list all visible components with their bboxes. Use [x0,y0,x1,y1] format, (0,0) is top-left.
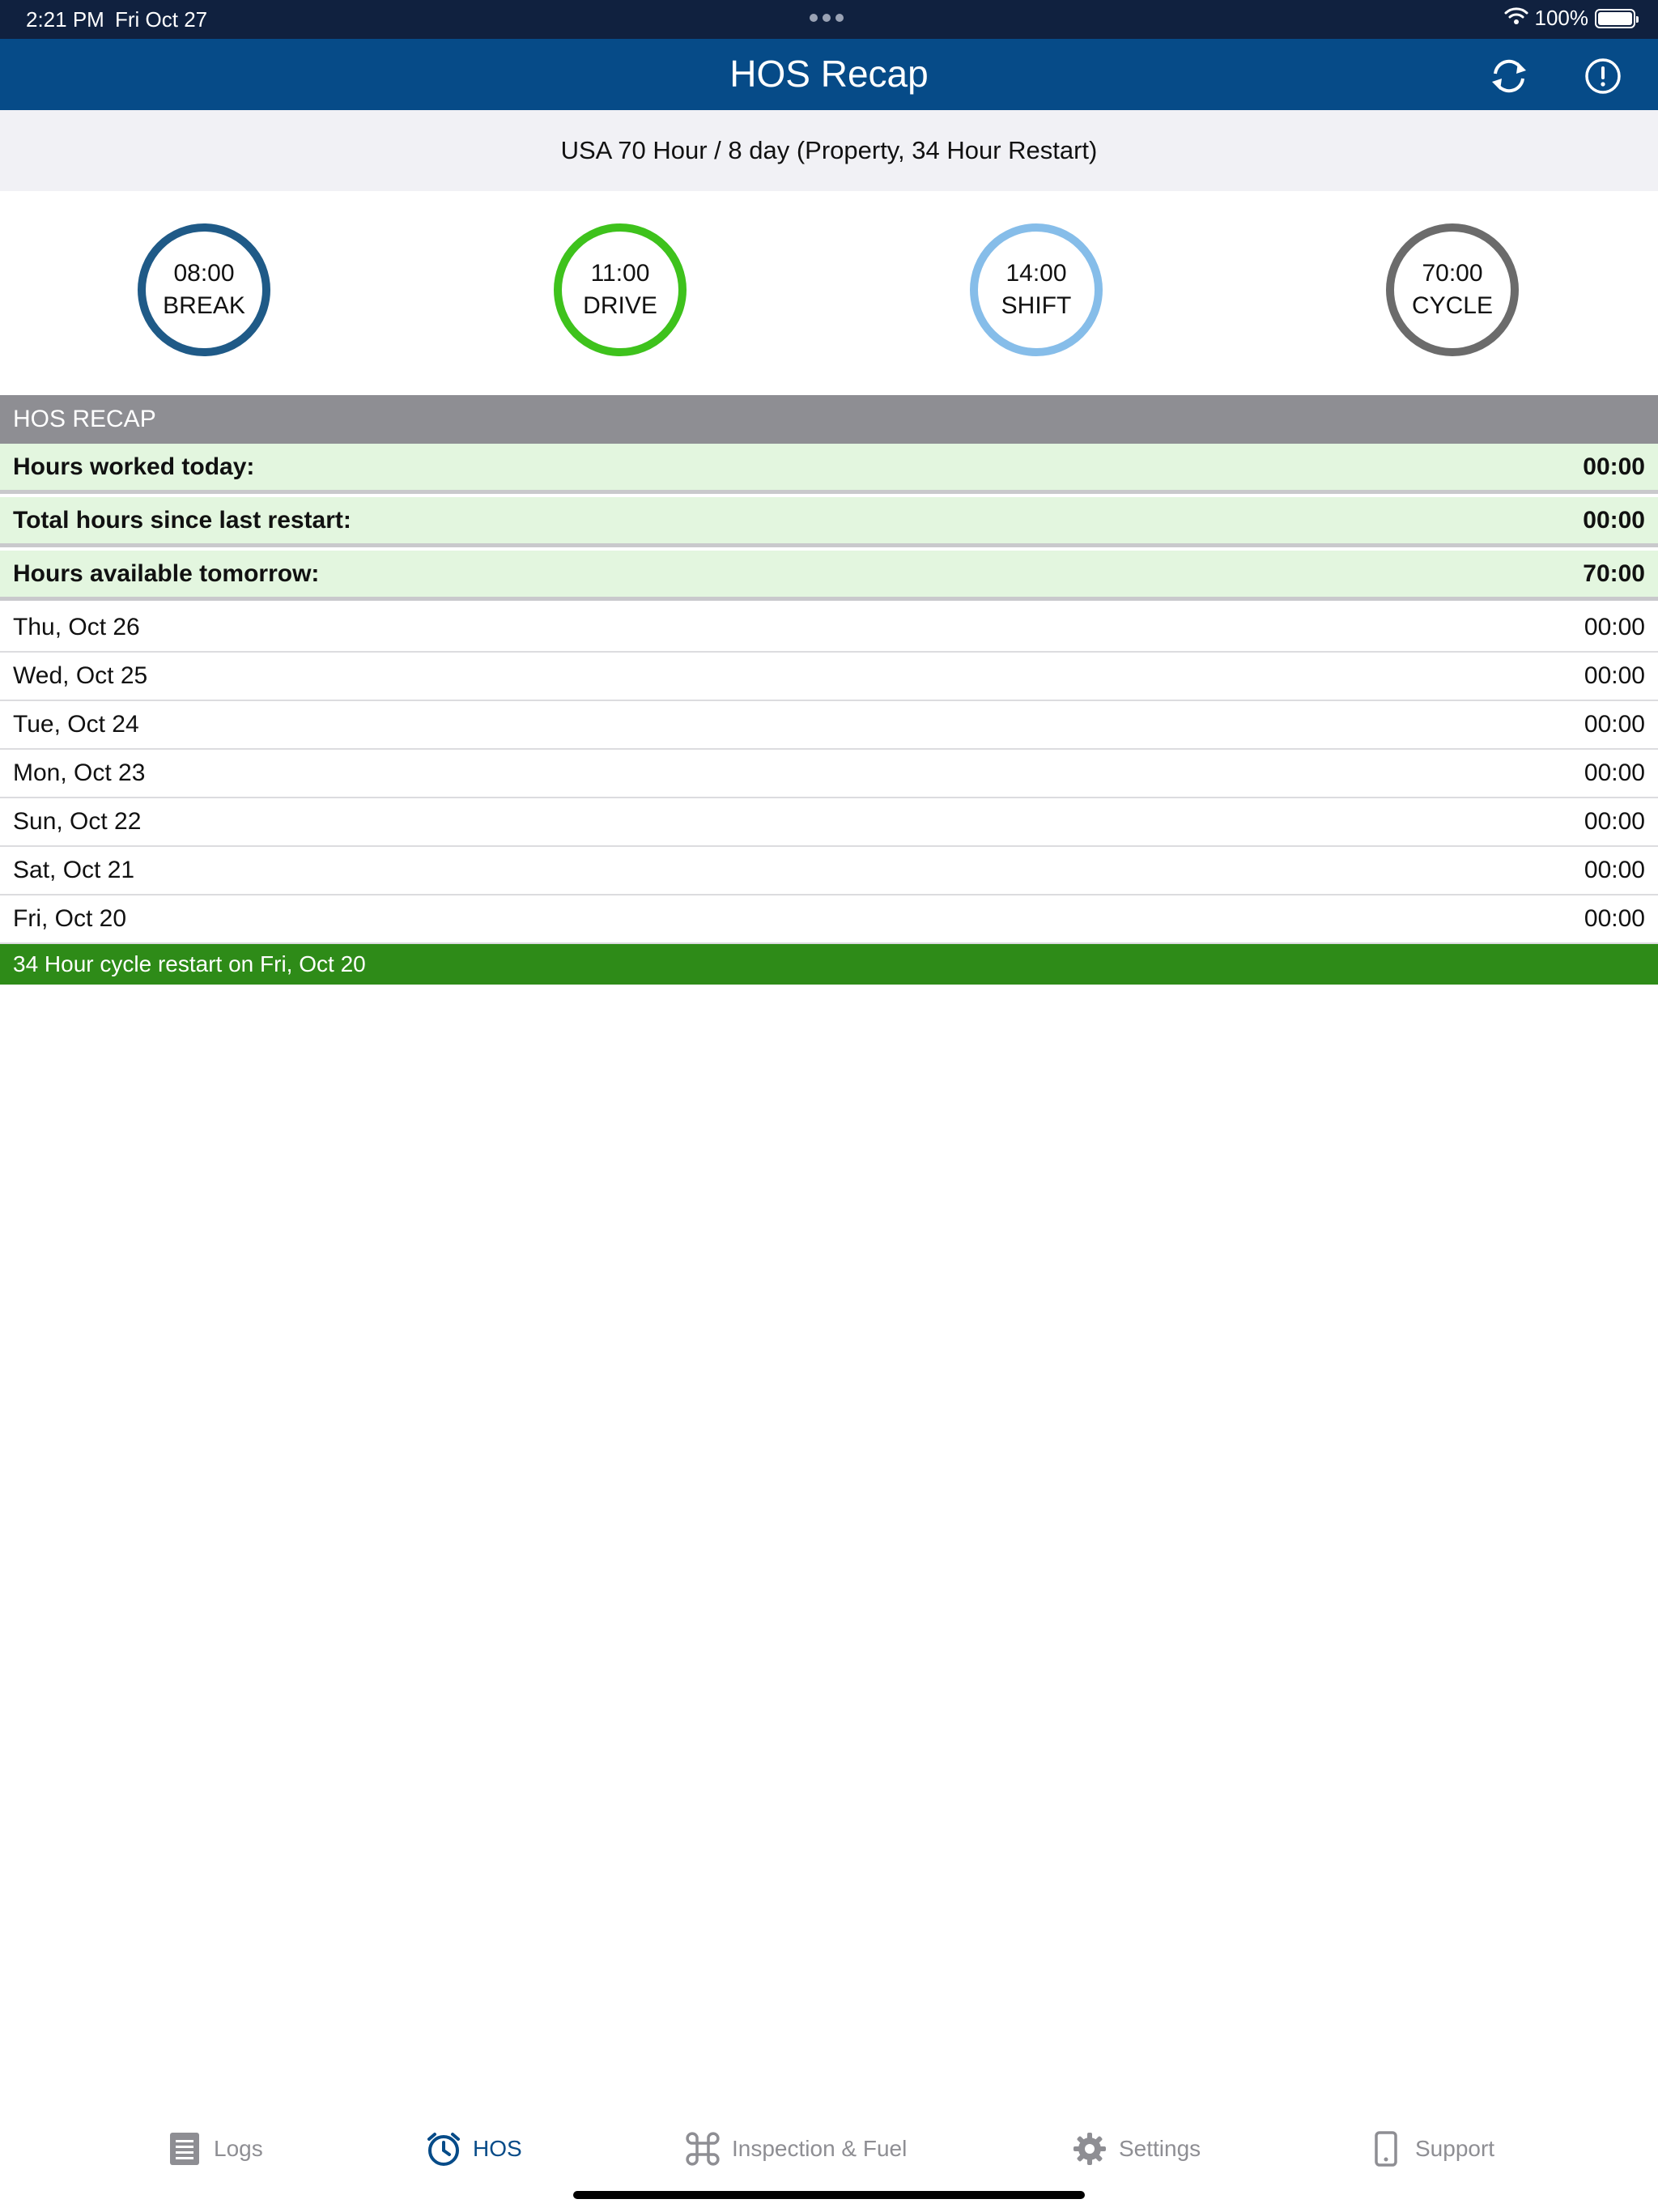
day-hours: 00:00 [1584,808,1645,835]
gear-icon [1072,2131,1107,2167]
summary-label: Hours available tomorrow: [13,560,320,587]
cycle-gauge-value: 70:00 [1422,260,1483,287]
day-label: Wed, Oct 25 [13,662,148,689]
restart-banner: 34 Hour cycle restart on Fri, Oct 20 [0,944,1658,985]
day-label: Tue, Oct 24 [13,711,139,738]
battery-percent: 100% [1534,6,1589,30]
day-label: Thu, Oct 26 [13,614,140,640]
break-gauge-value: 08:00 [173,260,235,287]
tab-label: Logs [214,2136,263,2161]
summary-label: Hours worked today: [13,453,255,480]
phone-icon [1368,2131,1404,2167]
status-date: Fri Oct 27 [115,7,208,32]
tab-label: Support [1415,2136,1495,2161]
home-indicator[interactable] [573,2191,1085,2199]
tab-label: Settings [1119,2136,1201,2161]
cycle-gauge: 70:00 CYCLE [1386,223,1519,356]
tab-settings[interactable]: Settings [1072,2126,1201,2172]
clock-icon [426,2131,461,2167]
wifi-icon [1504,6,1528,31]
info-icon [1585,58,1621,94]
day-row: Fri, Oct 20 00:00 [0,895,1658,944]
tab-label: Inspection & Fuel [732,2136,908,2161]
day-label: Mon, Oct 23 [13,759,146,786]
day-hours: 00:00 [1584,759,1645,786]
summary-row-available-tomorrow: Hours available tomorrow: 70:00 [0,551,1658,601]
tab-support[interactable]: Support [1368,2126,1494,2172]
ruleset-label: USA 70 Hour / 8 day (Property, 34 Hour R… [0,110,1658,191]
day-hours: 00:00 [1584,614,1645,640]
hos-gauges: 08:00 BREAK 11:00 DRIVE 14:00 SHIFT 70:0… [0,191,1658,395]
shift-gauge: 14:00 SHIFT [970,223,1103,356]
multitasking-dots-icon[interactable] [810,14,844,22]
day-label: Sat, Oct 21 [13,857,135,883]
summary-value: 00:00 [1583,453,1645,480]
cycle-gauge-label: CYCLE [1411,292,1494,319]
day-label: Sun, Oct 22 [13,808,142,835]
status-indicators: 100% [1504,6,1639,31]
shift-gauge-label: SHIFT [1001,292,1072,319]
hos-recap-header: HOS RECAP [0,395,1658,444]
tab-label: HOS [473,2136,522,2161]
refresh-icon [1492,59,1526,93]
break-gauge: 08:00 BREAK [138,223,270,356]
day-hours: 00:00 [1584,857,1645,883]
day-row: Wed, Oct 25 00:00 [0,653,1658,701]
day-row: Mon, Oct 23 00:00 [0,750,1658,798]
summary-value: 00:00 [1583,507,1645,534]
nav-bar: HOS Recap [0,39,1658,110]
summary-value: 70:00 [1583,560,1645,587]
drive-gauge-value: 11:00 [590,260,650,287]
summary-row-total-since-restart: Total hours since last restart: 00:00 [0,497,1658,547]
tab-hos[interactable]: HOS [426,2126,522,2172]
shift-gauge-value: 14:00 [1005,260,1067,287]
command-icon [685,2131,721,2167]
status-bar: 2:21 PM Fri Oct 27 100% [0,0,1658,39]
day-hours: 00:00 [1584,905,1645,932]
day-hours: 00:00 [1584,662,1645,689]
day-row: Thu, Oct 26 00:00 [0,604,1658,653]
tab-logs[interactable]: Logs [167,2126,263,2172]
summary-row-hours-worked-today: Hours worked today: 00:00 [0,444,1658,494]
tab-inspection-fuel[interactable]: Inspection & Fuel [685,2126,907,2172]
day-row: Sat, Oct 21 00:00 [0,847,1658,895]
day-hours: 00:00 [1584,711,1645,738]
refresh-button[interactable] [1486,53,1532,99]
status-time: 2:21 PM [26,7,104,32]
day-row: Sun, Oct 22 00:00 [0,798,1658,847]
battery-level-fill [1598,11,1632,25]
battery-icon [1595,8,1639,28]
day-label: Fri, Oct 20 [13,905,127,932]
logs-icon [167,2131,202,2167]
drive-gauge-label: DRIVE [583,292,657,319]
info-button[interactable] [1580,53,1626,99]
summary-label: Total hours since last restart: [13,507,351,534]
break-gauge-label: BREAK [163,292,245,319]
drive-gauge: 11:00 DRIVE [554,223,687,356]
page-title: HOS Recap [729,53,929,95]
day-row: Tue, Oct 24 00:00 [0,701,1658,750]
